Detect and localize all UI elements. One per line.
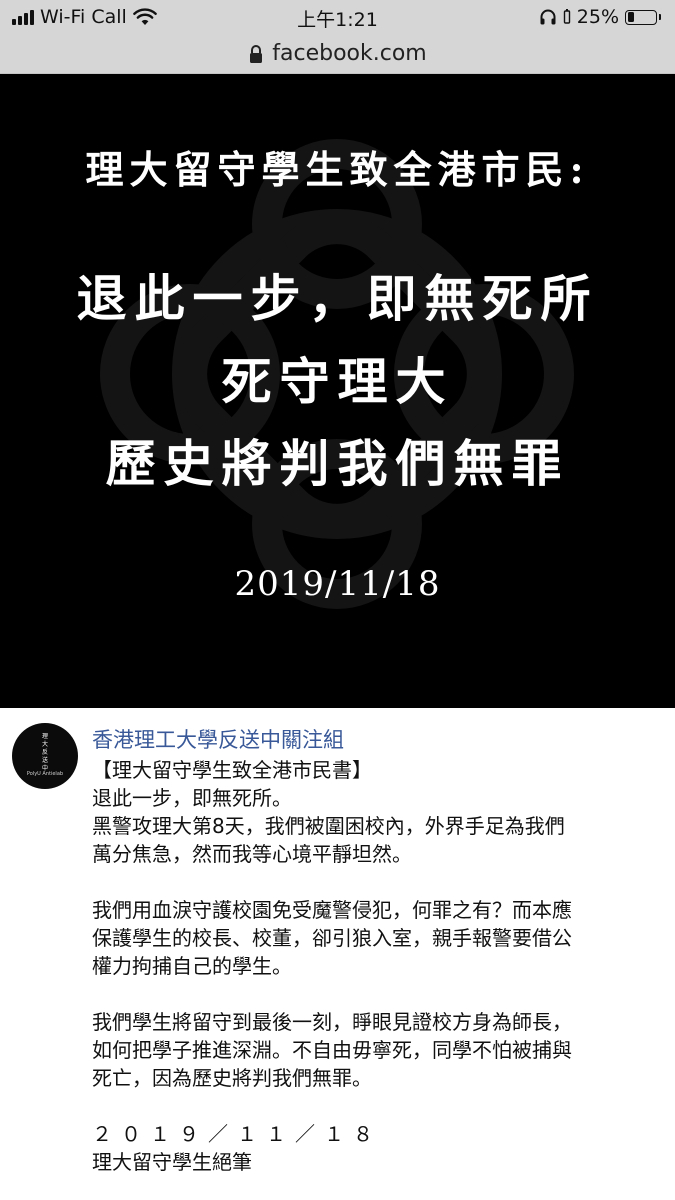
lock-icon [250,44,263,63]
author-name-link[interactable]: 香港理工大學反送中關注組 [92,724,344,754]
hero-image[interactable]: 理大留守學生致全港市民: 退此一步，即無死所 死守理大 歷史將判我們無罪 201… [0,74,675,708]
battery-fill [627,12,635,22]
post-line: 死亡，因為歷史將判我們無罪。 [92,1066,372,1090]
avatar-char: 反 [41,749,48,756]
hero-line-1: 退此一步，即無死所 [76,269,599,328]
post-line: 我們學生將留守到最後一刻，睜眼見證校方身為師長， [92,1010,572,1034]
post-line: 退此一步，即無死所。 [92,786,292,810]
avatar-char: 大 [41,741,48,748]
post-line: 我們用血淚守護校園免受魔警侵犯，何罪之有？而本應 [92,898,572,922]
charging-icon [563,9,570,24]
wifi-icon [133,8,157,25]
url-bar[interactable]: facebook.com [0,34,675,74]
post-line: 權力拘捕自己的學生。 [92,954,292,978]
sign-date: ２０１９／１１／１８ [92,1122,382,1146]
post-line: 黑警攻理大第8天，我們被圍困校內，外界手足為我們 [92,814,565,838]
post-line: 萬分焦急，然而我等心境平靜坦然。 [92,842,412,866]
post: 理 大 反 送 中 PolyU Antielab 香港理工大學反送中關注組 【理… [0,708,675,1200]
avatar-vertical-text: 理 大 反 送 中 [12,733,78,773]
url-text[interactable]: facebook.com [272,41,426,66]
hero-line-2: 死守理大 [221,352,454,411]
post-body: 【理大留守學生致全港市民書】 退此一步，即無死所。 黑警攻理大第8天，我們被圍困… [92,756,662,1176]
battery-percent: 25% [576,6,619,28]
status-left: Wi-Fi Call [12,5,157,29]
avatar-caption: PolyU Antielab [26,771,64,777]
headphones-icon [540,9,556,25]
post-line: 【理大留守學生致全港市民書】 [92,758,372,782]
signature: 理大留守學生絕筆 [92,1150,252,1174]
hero-date: 2019/11/18 [234,564,441,604]
status-bar: Wi-Fi Call 上午1:21 25% [0,0,675,34]
post-line: 保護學生的校長、校董，卻引狼入室，親手報警要借公 [92,926,572,950]
avatar-char: 理 [41,733,48,740]
hero-line-3: 歷史將判我們無罪 [105,434,570,493]
carrier-label: Wi-Fi Call [40,6,127,28]
post-line: 如何把學子推進深淵。不自由毋寧死，同學不怕被捕與 [92,1038,572,1062]
status-time: 上午1:21 [297,9,378,31]
avatar-char: 送 [41,757,48,764]
signal-bars-icon [12,9,34,25]
status-right: 25% [539,5,661,29]
battery-cap [659,14,661,20]
avatar[interactable]: 理 大 反 送 中 PolyU Antielab [12,723,78,789]
hero-subtitle: 理大留守學生致全港市民: [85,147,590,192]
battery-icon [625,9,657,25]
